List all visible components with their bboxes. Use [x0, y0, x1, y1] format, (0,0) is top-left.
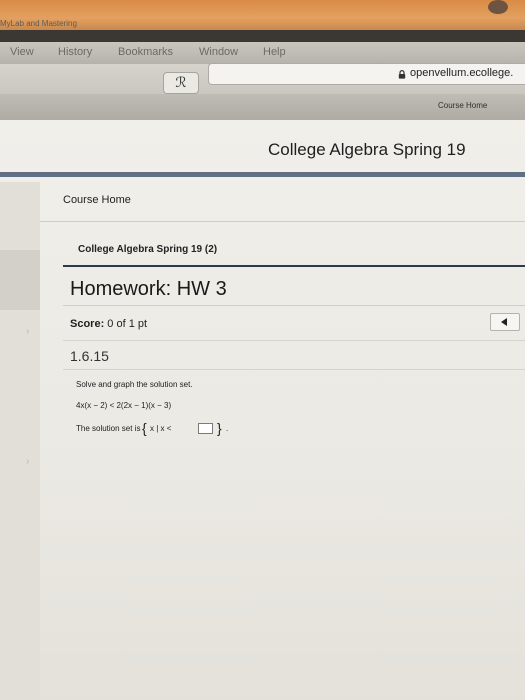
page-content: [0, 120, 525, 700]
score-value: 0 of 1 pt: [104, 318, 148, 330]
answer-input[interactable]: [198, 423, 213, 434]
sidebar-expand-icon[interactable]: ›: [26, 326, 29, 337]
sidebar-expand-icon-2[interactable]: ›: [26, 456, 29, 467]
url-text[interactable]: openvellum.ecollege.: [410, 67, 513, 79]
question-inequality: 4x(x − 2) < 2(2x − 1)(x − 3): [76, 401, 172, 410]
course-home-button[interactable]: Course Home: [438, 101, 487, 110]
lock-icon: [398, 70, 406, 79]
score-label: Score:: [70, 318, 105, 330]
previous-question-button[interactable]: [490, 313, 520, 331]
title-divider: [63, 265, 525, 267]
menu-bookmarks[interactable]: Bookmarks: [118, 46, 173, 58]
extension-button[interactable]: ℛ: [163, 72, 199, 94]
score-text: Score: 0 of 1 pt: [70, 318, 147, 330]
background-wall: [0, 0, 525, 30]
menu-bar: View History Bookmarks Window Help: [0, 42, 525, 64]
sidebar-selected-band: [0, 250, 40, 310]
question-divider: [63, 369, 525, 370]
homework-divider: [63, 305, 525, 306]
extension-icon: ℛ: [175, 75, 187, 91]
header-divider: [0, 172, 525, 177]
course-name: College Algebra Spring 19 (2): [78, 244, 218, 255]
set-close-brace: }: [217, 420, 222, 436]
tab-mylab-and-mastering[interactable]: MyLab and Mastering: [0, 19, 77, 28]
menu-view[interactable]: View: [10, 46, 34, 58]
answer-prefix: The solution set is: [76, 424, 141, 433]
set-open-brace: {: [142, 420, 147, 436]
question-instruction: Solve and graph the solution set.: [76, 380, 193, 389]
answer-suffix: .: [226, 424, 229, 433]
menu-help[interactable]: Help: [263, 46, 286, 58]
wall-shadow: [488, 0, 508, 14]
caret-left-icon: [501, 318, 507, 326]
page-title: College Algebra Spring 19: [268, 140, 466, 159]
score-divider: [63, 340, 525, 341]
menu-window[interactable]: Window: [199, 46, 238, 58]
question-number: 1.6.15: [70, 348, 109, 364]
homework-title: Homework: HW 3: [70, 278, 227, 300]
section-divider: [40, 221, 525, 222]
set-builder-text: x | x <: [150, 424, 172, 433]
breadcrumb-course-home[interactable]: Course Home: [63, 194, 131, 206]
menu-history[interactable]: History: [58, 46, 92, 58]
monitor-bezel: [0, 30, 525, 42]
